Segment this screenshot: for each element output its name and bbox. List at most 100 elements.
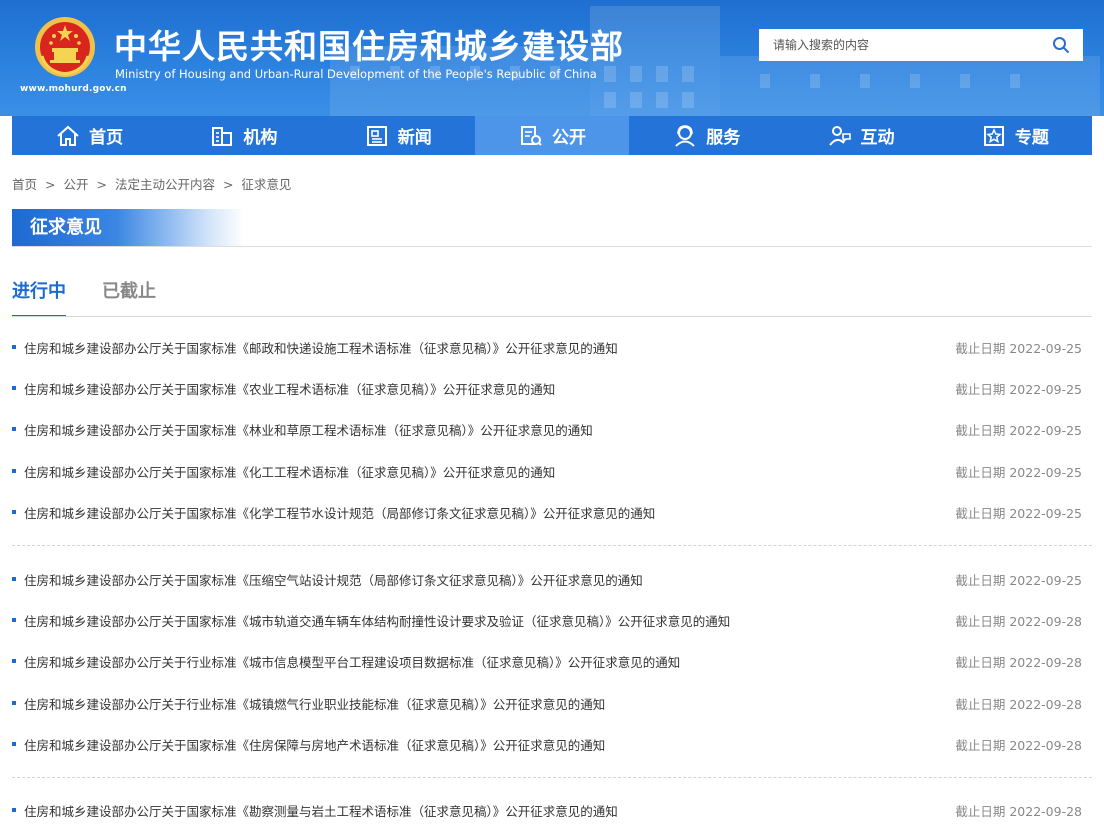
nav-label: 服务 bbox=[706, 128, 741, 148]
main-nav: 首页 机构 新闻 公开 服务 互动 专题 bbox=[12, 116, 1092, 155]
nav-item-org[interactable]: 机构 bbox=[166, 116, 320, 155]
tab-closed[interactable]: 已截止 bbox=[102, 280, 156, 317]
section-divider bbox=[12, 246, 1092, 247]
deadline-label: 截止日期 bbox=[955, 654, 1006, 670]
list-item: 住房和城乡建设部办公厅关于国家标准《化工工程术语标准（征求意见稿）》公开征求意见… bbox=[12, 460, 1092, 482]
org-icon bbox=[212, 126, 233, 146]
nav-label: 机构 bbox=[243, 128, 278, 148]
list-item-deadline: 截止日期 2022-09-25 bbox=[955, 338, 1092, 357]
list-item-deadline: 截止日期 2022-09-28 bbox=[955, 735, 1092, 754]
search-box bbox=[759, 29, 1083, 61]
list-item-title[interactable]: 住房和城乡建设部办公厅关于国家标准《农业工程术语标准（征求意见稿）》公开征求意见… bbox=[24, 379, 955, 398]
bullet-icon bbox=[12, 510, 16, 514]
status-tabs: 进行中 已截止 bbox=[12, 280, 156, 317]
list-item: 住房和城乡建设部办公厅关于国家标准《压缩空气站设计规范（局部修订条文征求意见稿）… bbox=[12, 568, 1092, 590]
nav-item-interact[interactable]: 互动 bbox=[783, 116, 937, 155]
search-icon bbox=[1053, 37, 1069, 53]
list-item-title[interactable]: 住房和城乡建设部办公厅关于国家标准《化工工程术语标准（征求意见稿）》公开征求意见… bbox=[24, 462, 955, 481]
deadline-date: 2022-09-28 bbox=[1009, 803, 1082, 819]
list-item-deadline: 截止日期 2022-09-28 bbox=[955, 611, 1092, 630]
list-item-deadline: 截止日期 2022-09-28 bbox=[955, 652, 1092, 671]
breadcrumb-statutory-content[interactable]: 法定主动公开内容 bbox=[115, 177, 215, 192]
list-item: 住房和城乡建设部办公厅关于国家标准《林业和草原工程术语标准（征求意见稿）》公开征… bbox=[12, 418, 1092, 440]
deadline-label: 截止日期 bbox=[955, 572, 1006, 588]
site-title-en: Ministry of Housing and Urban-Rural Deve… bbox=[115, 67, 597, 81]
bullet-icon bbox=[12, 577, 16, 581]
deadline-label: 截止日期 bbox=[955, 464, 1006, 480]
bullet-icon bbox=[12, 386, 16, 390]
service-icon bbox=[675, 124, 695, 147]
list-item: 住房和城乡建设部办公厅关于国家标准《农业工程术语标准（征求意见稿）》公开征求意见… bbox=[12, 377, 1092, 399]
deadline-label: 截止日期 bbox=[955, 422, 1006, 438]
deadline-date: 2022-09-25 bbox=[1009, 505, 1082, 521]
deadline-label: 截止日期 bbox=[955, 613, 1006, 629]
nav-label: 专题 bbox=[1014, 128, 1049, 148]
deadline-label: 截止日期 bbox=[955, 696, 1006, 712]
nav-item-service[interactable]: 服务 bbox=[629, 116, 783, 155]
list-item-deadline: 截止日期 2022-09-25 bbox=[955, 420, 1092, 439]
list-item-deadline: 截止日期 2022-09-25 bbox=[955, 570, 1092, 589]
list-item-title[interactable]: 住房和城乡建设部办公厅关于国家标准《化学工程节水设计规范（局部修订条文征求意见稿… bbox=[24, 503, 955, 522]
bullet-icon bbox=[12, 345, 16, 349]
breadcrumb-current[interactable]: 征求意见 bbox=[241, 177, 291, 192]
list-item-title[interactable]: 住房和城乡建设部办公厅关于国家标准《林业和草原工程术语标准（征求意见稿）》公开征… bbox=[24, 420, 955, 439]
list-item-title[interactable]: 住房和城乡建设部办公厅关于国家标准《勘察测量与岩土工程术语标准（征求意见稿）》公… bbox=[24, 801, 955, 820]
list-item-title[interactable]: 住房和城乡建设部办公厅关于国家标准《压缩空气站设计规范（局部修订条文征求意见稿）… bbox=[24, 570, 955, 589]
deadline-label: 截止日期 bbox=[955, 803, 1006, 819]
list-item: 住房和城乡建设部办公厅关于国家标准《邮政和快递设施工程术语标准（征求意见稿）》公… bbox=[12, 336, 1092, 358]
breadcrumb-separator: > bbox=[45, 177, 56, 192]
national-emblem-icon bbox=[35, 17, 95, 77]
bullet-icon bbox=[12, 701, 16, 705]
breadcrumb-separator: > bbox=[222, 177, 234, 192]
bullet-icon bbox=[12, 618, 16, 622]
breadcrumb: 首页 > 公开 > 法定主动公开内容 > 征求意见 bbox=[12, 174, 291, 193]
tabs-divider bbox=[12, 316, 1092, 317]
group-divider bbox=[12, 545, 1092, 546]
list-item-deadline: 截止日期 2022-09-25 bbox=[955, 462, 1092, 481]
list-item-title[interactable]: 住房和城乡建设部办公厅关于国家标准《住房保障与房地产术语标准（征求意见稿）》公开… bbox=[24, 735, 955, 754]
deadline-date: 2022-09-28 bbox=[1009, 613, 1082, 629]
list-item: 住房和城乡建设部办公厅关于国家标准《勘察测量与岩土工程术语标准（征求意见稿）》公… bbox=[12, 799, 1092, 821]
nav-item-news[interactable]: 新闻 bbox=[321, 116, 475, 155]
interact-icon bbox=[828, 125, 851, 146]
section-title: 征求意见 bbox=[12, 209, 244, 246]
home-icon bbox=[57, 125, 79, 146]
list-item-title[interactable]: 住房和城乡建设部办公厅关于行业标准《城镇燃气行业职业技能标准（征求意见稿）》公开… bbox=[24, 694, 955, 713]
news-icon bbox=[366, 125, 387, 146]
list-item: 住房和城乡建设部办公厅关于国家标准《城市轨道交通车辆车体结构耐撞性设计要求及验证… bbox=[12, 609, 1092, 631]
site-header: www.mohurd.gov.cn 中华人民共和国住房和城乡建设部 Minist… bbox=[0, 0, 1104, 116]
tab-in-progress[interactable]: 进行中 bbox=[12, 280, 66, 317]
bullet-icon bbox=[12, 427, 16, 431]
list-item-title[interactable]: 住房和城乡建设部办公厅关于国家标准《邮政和快递设施工程术语标准（征求意见稿）》公… bbox=[24, 338, 955, 357]
public-icon bbox=[520, 125, 542, 146]
search-button[interactable] bbox=[1039, 29, 1083, 61]
breadcrumb-public[interactable]: 公开 bbox=[63, 177, 88, 192]
deadline-label: 截止日期 bbox=[955, 340, 1006, 356]
list-item-title[interactable]: 住房和城乡建设部办公厅关于行业标准《城市信息模型平台工程建设项目数据标准（征求意… bbox=[24, 652, 955, 671]
nav-item-topic[interactable]: 专题 bbox=[938, 116, 1092, 155]
list-item-deadline: 截止日期 2022-09-28 bbox=[955, 694, 1092, 713]
nav-label: 互动 bbox=[860, 128, 895, 148]
nav-label: 新闻 bbox=[397, 128, 432, 148]
site-title-cn: 中华人民共和国住房和城乡建设部 bbox=[114, 27, 624, 66]
list-item-title[interactable]: 住房和城乡建设部办公厅关于国家标准《城市轨道交通车辆车体结构耐撞性设计要求及验证… bbox=[24, 611, 955, 630]
list-item-deadline: 截止日期 2022-09-25 bbox=[955, 503, 1092, 522]
deadline-date: 2022-09-28 bbox=[1009, 696, 1082, 712]
list-item-deadline: 截止日期 2022-09-25 bbox=[955, 379, 1092, 398]
nav-item-home[interactable]: 首页 bbox=[12, 116, 166, 155]
list-item: 住房和城乡建设部办公厅关于行业标准《城镇燃气行业职业技能标准（征求意见稿）》公开… bbox=[12, 692, 1092, 714]
bullet-icon bbox=[12, 808, 16, 812]
bullet-icon bbox=[12, 742, 16, 746]
deadline-date: 2022-09-28 bbox=[1009, 737, 1082, 753]
nav-label: 公开 bbox=[551, 128, 586, 148]
group-divider bbox=[12, 777, 1092, 778]
search-input[interactable] bbox=[759, 30, 1039, 60]
deadline-date: 2022-09-28 bbox=[1009, 654, 1082, 670]
nav-item-public[interactable]: 公开 bbox=[474, 116, 630, 155]
bullet-icon bbox=[12, 469, 16, 473]
deadline-date: 2022-09-25 bbox=[1009, 422, 1082, 438]
site-url: www.mohurd.gov.cn bbox=[20, 84, 127, 94]
building-wing bbox=[720, 56, 1100, 116]
deadline-label: 截止日期 bbox=[955, 505, 1006, 521]
breadcrumb-home[interactable]: 首页 bbox=[12, 177, 37, 192]
